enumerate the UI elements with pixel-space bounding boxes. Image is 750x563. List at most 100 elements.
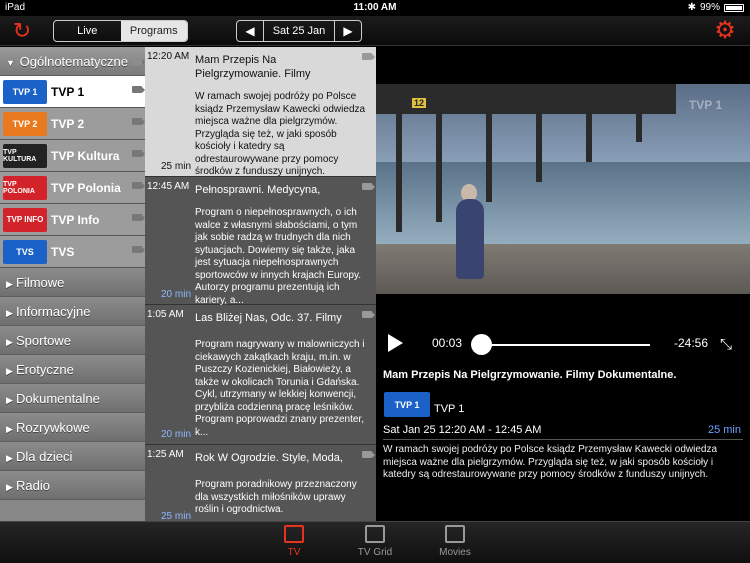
program-item[interactable]: 12:20 AM Mam Przepis Na Pielgrzymowanie.…: [145, 47, 376, 177]
tab-tv[interactable]: TV: [264, 525, 324, 558]
channel-item-tvp-polonia[interactable]: TVP POLONIA TVP Polonia: [0, 172, 145, 204]
channel-name: TVS: [51, 244, 75, 259]
program-title: Las Bliżej Nas, Odc. 37. Filmy: [195, 312, 342, 324]
category-radio[interactable]: ▶ Radio: [0, 471, 145, 500]
program-description: Program o niepełnosprawnych, o ich walce…: [195, 207, 361, 306]
video-frame-pile: [536, 112, 542, 182]
channel-name: TVP 2: [51, 116, 85, 131]
tv-icon: [284, 525, 304, 543]
triangle-right-icon: ▶: [6, 453, 13, 463]
channel-sidebar: ▼ Ogólnotematyczne TVP 1 TVP 1 TVP 2 TVP…: [0, 47, 145, 521]
info-channel-name: TVP 1: [434, 403, 465, 415]
category-label: Informacyjne: [16, 304, 91, 319]
camera-icon: [362, 53, 375, 60]
status-right: ✱ 99%: [688, 2, 744, 13]
camera-icon: [132, 182, 145, 189]
channel-item-tvs[interactable]: TVS TVS: [0, 236, 145, 268]
program-time: 1:25 AM: [147, 449, 184, 460]
camera-icon: [362, 451, 375, 458]
camera-icon: [362, 183, 375, 190]
triangle-right-icon: ▶: [6, 482, 13, 492]
top-toolbar: ↻ Live Programs ◀ Sat 25 Jan ▶ ⚙: [0, 16, 750, 46]
program-info-panel: Mam Przepis Na Pielgrzymowanie. Filmy Do…: [376, 360, 750, 521]
channel-logo: TVP 1: [3, 79, 47, 104]
triangle-down-icon: ▼: [6, 58, 15, 68]
tab-tv-grid[interactable]: TV Grid: [345, 525, 405, 558]
fullscreen-icon[interactable]: ⤡: [720, 336, 732, 353]
video-frame-sea: [376, 162, 750, 252]
play-icon[interactable]: [388, 334, 403, 352]
program-duration: 25 min: [160, 161, 191, 172]
program-duration: 25 min: [160, 511, 191, 521]
video-player[interactable]: 12 TVP 1: [376, 84, 750, 294]
category-ogolnotematyczne[interactable]: ▼ Ogólnotematyczne: [0, 47, 145, 76]
triangle-right-icon: ▶: [6, 424, 13, 434]
category-label: Dokumentalne: [16, 391, 100, 406]
current-date[interactable]: Sat 25 Jan: [263, 21, 335, 41]
info-duration: 25 min: [707, 424, 741, 436]
video-frame-pile: [486, 112, 492, 202]
camera-icon: [132, 58, 145, 65]
info-time-range: Sat Jan 25 12:20 AM - 12:45 AM: [383, 424, 542, 436]
bluetooth-icon: ✱: [687, 2, 696, 13]
settings-gear-icon[interactable]: ⚙: [712, 18, 738, 44]
channel-item-tvp1[interactable]: TVP 1 TVP 1: [0, 76, 145, 108]
info-title: Mam Przepis Na Pielgrzymowanie. Filmy Do…: [383, 369, 677, 381]
video-frame-person: [456, 199, 484, 279]
channel-item-tvp2[interactable]: TVP 2 TVP 2: [0, 108, 145, 140]
video-frame-pile: [436, 112, 442, 222]
current-time: 00:03: [432, 336, 463, 350]
segment-live[interactable]: Live: [54, 21, 121, 41]
category-erotyczne[interactable]: ▶ Erotyczne: [0, 355, 145, 384]
next-day-icon[interactable]: ▶: [335, 21, 361, 41]
refresh-icon[interactable]: ↻: [10, 19, 34, 43]
channel-item-tvp-kultura[interactable]: TVP KULTURA TVP Kultura: [0, 140, 145, 172]
progress-knob[interactable]: [471, 334, 492, 355]
camera-icon: [132, 246, 145, 253]
category-filmowe[interactable]: ▶ Filmowe: [0, 268, 145, 297]
category-dokumentalne[interactable]: ▶ Dokumentalne: [0, 384, 145, 413]
channel-logo: TVP 2: [3, 111, 47, 136]
category-label: Sportowe: [16, 333, 71, 348]
program-duration: 20 min: [160, 429, 191, 440]
program-title: Pełnosprawni. Medycyna,: [195, 184, 321, 196]
channel-name: TVP Info: [51, 212, 100, 227]
calendar-grid-icon: [365, 525, 385, 543]
category-label: Ogólnotematyczne: [19, 54, 129, 69]
program-title: Mam Przepis Na Pielgrzymowanie. Filmy: [195, 54, 311, 80]
category-label: Rozrywkowe: [16, 420, 90, 435]
category-rozrywkowe[interactable]: ▶ Rozrywkowe: [0, 413, 145, 442]
divider: [383, 439, 743, 440]
program-item[interactable]: 1:05 AM Las Bliżej Nas, Odc. 37. Filmy P…: [145, 305, 376, 445]
category-sportowe[interactable]: ▶ Sportowe: [0, 326, 145, 355]
triangle-right-icon: ▶: [6, 308, 13, 318]
prev-day-icon[interactable]: ◀: [237, 21, 263, 41]
film-clapper-icon: [445, 525, 465, 543]
channel-logo: TVP KULTURA: [3, 143, 47, 168]
program-description: Program nagrywany w malowniczych i cieka…: [195, 339, 365, 438]
category-informacyjne[interactable]: ▶ Informacyjne: [0, 297, 145, 326]
tab-label: TV Grid: [357, 547, 393, 558]
category-label: Radio: [16, 478, 50, 493]
program-description: Program poradnikowy przeznaczony dla wsz…: [195, 479, 357, 515]
category-dla-dzieci[interactable]: ▶ Dla dzieci: [0, 442, 145, 471]
info-description: W ramach swojej podróży po Polsce ksiądz…: [383, 444, 718, 480]
program-description: W ramach swojej podróży po Polsce ksiądz…: [195, 91, 366, 177]
camera-icon: [132, 150, 145, 157]
program-item[interactable]: 12:45 AM Pełnosprawni. Medycyna, Program…: [145, 177, 376, 306]
program-item[interactable]: 1:25 AM Rok W Ogrodzie. Style, Moda, Pro…: [145, 445, 376, 521]
date-picker: ◀ Sat 25 Jan ▶: [236, 20, 362, 42]
program-time: 1:05 AM: [147, 309, 184, 320]
segment-programs[interactable]: Programs: [120, 21, 187, 41]
channel-logo: TVP INFO: [3, 207, 47, 232]
category-label: Filmowe: [16, 275, 65, 290]
channel-item-tvp-info[interactable]: TVP INFO TVP Info: [0, 204, 145, 236]
triangle-right-icon: ▶: [6, 279, 13, 289]
progress-track[interactable]: [480, 344, 650, 346]
player-controls: 00:03 -24:56 ⤡: [376, 294, 750, 360]
tab-bar: TV TV Grid Movies: [0, 521, 750, 563]
video-frame-pile: [586, 112, 592, 162]
video-frame-sand: [376, 244, 750, 294]
tab-label: Movies: [439, 547, 471, 558]
tab-movies[interactable]: Movies: [425, 525, 485, 558]
